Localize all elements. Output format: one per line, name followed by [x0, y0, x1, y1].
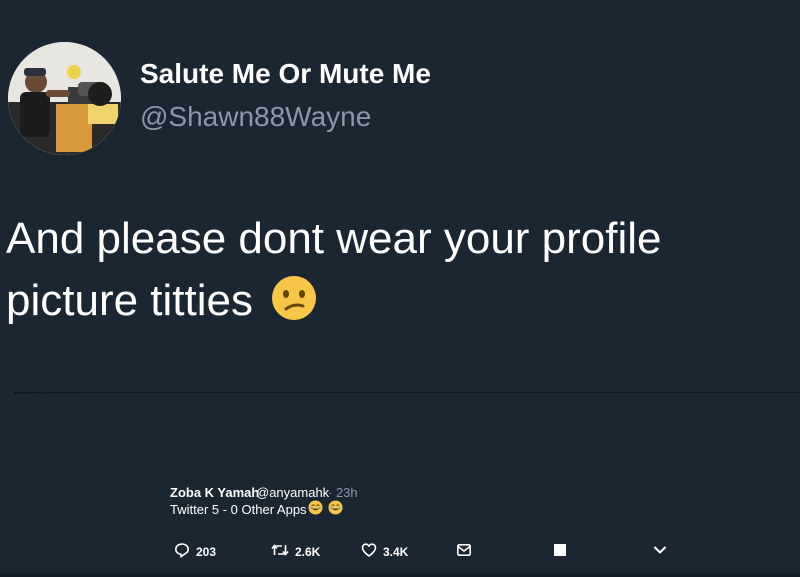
reply-icon: [174, 542, 190, 563]
reply-count: 203: [196, 545, 217, 559]
face-with-tears-of-joy-emoji: [308, 500, 323, 520]
confused-face-emoji: [271, 275, 317, 338]
section-divider: [13, 392, 800, 394]
tweet-text-line-2: picture titties: [6, 270, 766, 338]
face-with-tears-of-joy-emoji: [328, 500, 343, 520]
avatar[interactable]: [8, 42, 121, 155]
author-handle[interactable]: @Shawn88Wayne: [140, 103, 371, 131]
like-count: 3.4K: [383, 545, 409, 559]
like-button[interactable]: 3.4K: [361, 542, 409, 563]
retweet-button[interactable]: 2.6K: [271, 543, 320, 561]
reply-author-handle[interactable]: @anyamahk: [256, 485, 329, 500]
reply-author-name[interactable]: Zoba K Yamah: [170, 485, 259, 500]
more-options-button[interactable]: [652, 543, 668, 561]
heart-icon: [361, 542, 377, 563]
retweet-count: 2.6K: [295, 545, 321, 559]
square-icon: [553, 543, 567, 562]
direct-message-button[interactable]: [456, 543, 472, 561]
retweet-icon: [271, 542, 289, 563]
reply-timestamp[interactable]: · 23h: [328, 485, 358, 500]
tweet-text-line-2-words: picture titties: [6, 276, 253, 325]
tweet-text-line-1: And please dont wear your profile: [6, 214, 662, 263]
tweet-text: And please dont wear your profile pictur…: [6, 208, 766, 338]
bottom-edge: [0, 573, 800, 577]
author-name[interactable]: Salute Me Or Mute Me: [140, 60, 431, 88]
message-icon: [456, 542, 472, 563]
chevron-down-icon: [652, 542, 668, 563]
avatar-photo: [8, 42, 121, 155]
reply-button[interactable]: 203: [174, 542, 217, 563]
analytics-button[interactable]: [553, 543, 567, 561]
reply-text: Twitter 5 - 0 Other Apps: [170, 502, 307, 517]
